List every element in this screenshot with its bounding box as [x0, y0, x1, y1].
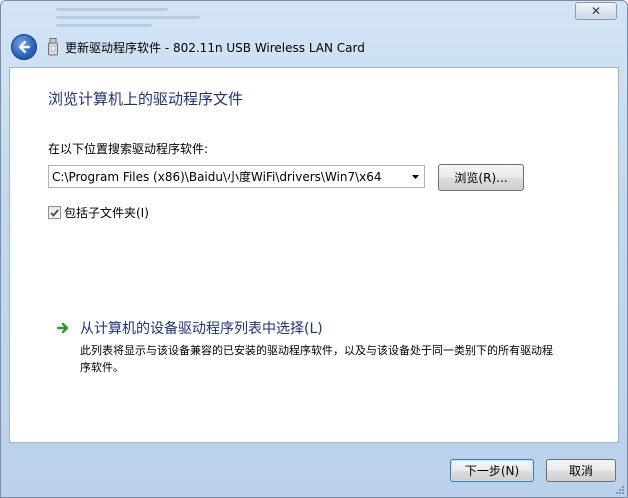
- include-subfolders-option[interactable]: 包括子文件夹(I): [48, 204, 149, 221]
- green-arrow-icon: [56, 322, 69, 334]
- include-subfolders-checkbox[interactable]: [48, 206, 61, 219]
- next-button[interactable]: 下一步(N): [450, 459, 534, 482]
- title-nav-bar: 更新驱动程序软件 - 802.11n USB Wireless LAN Card: [1, 29, 627, 65]
- driver-path-input[interactable]: [49, 167, 406, 186]
- update-driver-dialog: ✕ 更新驱动程序软件 - 802.11n USB Wireless LAN Ca…: [0, 0, 628, 498]
- resize-grip-icon[interactable]: [615, 485, 625, 495]
- cancel-button[interactable]: 取消: [546, 459, 616, 482]
- pick-from-list-option[interactable]: 从计算机的设备驱动程序列表中选择(L) 此列表将显示与该设备兼容的已安装的驱动程…: [56, 318, 560, 376]
- pick-link-text: 从计算机的设备驱动程序列表中选择(L) 此列表将显示与该设备兼容的已安装的驱动程…: [80, 318, 560, 376]
- back-button[interactable]: [11, 34, 37, 60]
- window-title: 更新驱动程序软件 - 802.11n USB Wireless LAN Card: [65, 40, 365, 55]
- browse-button[interactable]: 浏览(R)...: [438, 164, 524, 191]
- include-subfolders-label: 包括子文件夹(I): [64, 206, 149, 220]
- driver-path-combobox[interactable]: [48, 165, 425, 188]
- pick-from-list-description: 此列表将显示与该设备兼容的已安装的驱动程序软件，以及与该设备处于同一类别下的所有…: [80, 344, 553, 374]
- chevron-down-icon: [411, 174, 419, 179]
- page-heading: 浏览计算机上的驱动程序文件: [48, 90, 244, 108]
- close-icon: ✕: [590, 4, 602, 18]
- background-window-blur: [56, 3, 216, 29]
- close-button[interactable]: ✕: [575, 2, 617, 20]
- usb-device-icon: [47, 38, 59, 56]
- search-location-label: 在以下位置搜索驱动程序软件:: [48, 142, 209, 156]
- content-panel: 浏览计算机上的驱动程序文件 在以下位置搜索驱动程序软件: 浏览(R)... 包括…: [9, 67, 619, 443]
- combo-dropdown-button[interactable]: [406, 166, 424, 187]
- pick-from-list-link[interactable]: 从计算机的设备驱动程序列表中选择(L): [80, 318, 560, 338]
- checkmark-icon: [50, 208, 59, 217]
- back-arrow-icon: [18, 40, 31, 54]
